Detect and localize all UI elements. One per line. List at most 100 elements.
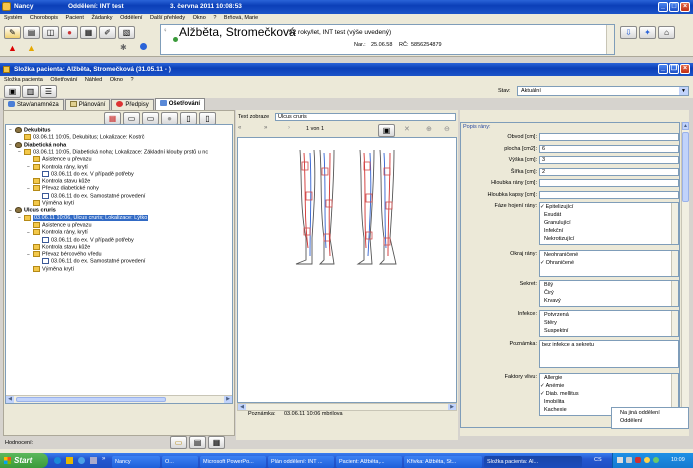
alert-red-icon[interactable]: ▲ [8, 43, 17, 53]
sekret-option[interactable]: Krvavý [540, 297, 678, 305]
quicklaunch-ie-icon[interactable] [78, 457, 85, 464]
toolbar-info-icon[interactable] [140, 43, 147, 50]
tray-update-icon[interactable] [653, 457, 659, 463]
tray-volume-icon[interactable] [626, 457, 632, 463]
taskbar-btn-plan[interactable]: Plán oddělení: INT ... [268, 456, 334, 468]
okraj-option[interactable]: Neohraničené [540, 251, 678, 259]
zoom-out-icon[interactable]: ⊖ [444, 125, 450, 133]
infekce-option[interactable]: Stěry [540, 319, 678, 327]
sekret-option[interactable]: Čirý [540, 289, 678, 297]
child-save-icon[interactable]: ▣ [4, 85, 21, 98]
sekret-option[interactable]: Bílý [540, 281, 678, 289]
hodnoceni-calendar-icon[interactable]: ▤ [189, 436, 206, 449]
tray-network-icon[interactable] [617, 457, 623, 463]
wound-field-input[interactable] [539, 133, 679, 141]
listbox-scrollbar[interactable] [671, 311, 678, 336]
quicklaunch-outlook-icon[interactable] [66, 457, 73, 464]
toolbar-overview-icon[interactable]: ▤ [23, 26, 40, 39]
taskbar-btn-slozka[interactable]: Složka pacienta: Al... [484, 456, 582, 468]
child-menu-nahled[interactable]: Náhled [85, 77, 102, 83]
okraj-option[interactable]: ✓Ohraničené [540, 259, 678, 267]
child-close-button[interactable]: × [680, 64, 690, 74]
listbox-scrollbar[interactable] [671, 203, 678, 244]
child-print-icon[interactable]: ▥ [22, 85, 39, 98]
taskbar-btn-nancy[interactable]: Nancy [112, 456, 160, 468]
taskbar-btn-krivka[interactable]: Křivka: Alžběta, St... [404, 456, 482, 468]
wound-field-input[interactable]: 2 [539, 167, 679, 176]
faze-option[interactable]: Infekční [540, 227, 678, 235]
child-restore-button[interactable]: ❐ [669, 64, 679, 74]
quicklaunch-browser-icon[interactable] [54, 457, 61, 464]
menu-dalsi-prehledy[interactable]: Další přehledy [150, 15, 185, 21]
tree-hscroll[interactable]: ◀ ▶ [6, 395, 232, 403]
maximize-button[interactable]: □ [669, 2, 679, 12]
stav-select[interactable]: Aktuální ▼ [517, 86, 689, 96]
tab-planovani[interactable]: Plánování [64, 99, 111, 110]
scroll-thumb[interactable] [16, 397, 166, 402]
faze-option[interactable]: Exudát [540, 211, 678, 219]
wound-field-input[interactable]: 6 [539, 144, 679, 153]
child-menu-slozka[interactable]: Složka pacienta [4, 77, 43, 83]
menu-chorobopis[interactable]: Chorobopis [30, 15, 58, 21]
toolbar-report-icon[interactable]: ▧ [118, 26, 135, 39]
menu-system[interactable]: Systém [4, 15, 22, 21]
popup-item-oddeleni[interactable]: Oddělení [612, 418, 688, 424]
tab-predpisy[interactable]: Předpisy [111, 99, 154, 110]
child-list-icon[interactable]: ☰ [40, 85, 57, 98]
menu-pacient[interactable]: Pacient [66, 15, 84, 21]
viewer-delete-icon[interactable]: ✕ [404, 125, 410, 133]
home-icon[interactable]: ⌂ [658, 26, 675, 39]
toolbar-chart-icon[interactable]: ◫ [42, 26, 59, 39]
chevron-down-icon[interactable]: ▼ [679, 87, 688, 95]
menu-user[interactable]: Brňová, Marie [224, 15, 258, 21]
tab-osetrovani[interactable]: Ošetřování [154, 98, 206, 110]
toolbar-doc-icon[interactable]: ▦ [80, 26, 97, 39]
prev-page-icon[interactable]: » [264, 125, 267, 131]
patient-banner-scroll[interactable] [606, 25, 614, 54]
hodnoceni-grid-icon[interactable]: ▦ [208, 436, 225, 449]
child-menu-help[interactable]: ? [130, 77, 133, 83]
faktory-option[interactable]: Allergie [540, 374, 678, 382]
scroll-left-icon[interactable]: ◀ [6, 396, 14, 403]
listbox-scrollbar[interactable] [671, 281, 678, 306]
tab-stav-anamneza[interactable]: Stav/anamnéza [3, 99, 64, 110]
viewer-image-area[interactable] [237, 137, 457, 403]
toolbar-settings-icon[interactable]: ✱ [120, 43, 127, 52]
viewer-hscroll[interactable]: ◀ ▶ [237, 403, 457, 411]
faktory-option[interactable]: ✓Diab. mellitus [540, 390, 678, 398]
next-page-icon[interactable]: › [288, 125, 290, 131]
minimize-button[interactable]: _ [658, 2, 668, 12]
popup-item-na-jina-oddeleni[interactable]: Na jiná oddělení [612, 408, 688, 418]
toolbar-patient-icon[interactable]: ✎ [4, 26, 21, 39]
zoom-in-icon[interactable]: ⊕ [426, 125, 432, 133]
legs-anatomy-image[interactable] [286, 148, 406, 268]
quicklaunch-more-icon[interactable]: » [102, 456, 105, 462]
next-patient-button[interactable]: ⇩ [620, 26, 637, 39]
faze-listbox[interactable]: ✓Epitelizující Exudát Granulující Infekční N… [539, 202, 679, 245]
menu-zadanky[interactable]: Žádanky [91, 15, 112, 21]
menu-oddeleni[interactable]: Oddělení [120, 15, 142, 21]
scroll-up-icon[interactable]: ▲ [682, 122, 689, 130]
child-minimize-button[interactable]: _ [658, 64, 668, 74]
scroll-right-icon[interactable]: ▶ [224, 396, 232, 403]
wound-vscroll[interactable]: ▲ ▼ [681, 122, 689, 428]
toolbar-edit-icon[interactable]: ✐ [99, 26, 116, 39]
sekret-listbox[interactable]: Bílý Čirý Krvavý [539, 280, 679, 307]
first-page-icon[interactable]: « [238, 125, 241, 131]
scroll-left-icon[interactable]: ◀ [238, 404, 246, 410]
wound-field-input[interactable] [539, 179, 679, 187]
wound-field-input[interactable]: 3 [539, 156, 679, 164]
poznamka-textarea[interactable]: bez infekce a sekretu [539, 340, 679, 368]
okraj-listbox[interactable]: Neohraničené ✓Ohraničené [539, 250, 679, 277]
scroll-thumb[interactable] [682, 132, 689, 202]
infekce-option[interactable]: Potvrzená [540, 311, 678, 319]
child-menu-okno[interactable]: Okno [110, 77, 123, 83]
taskbar-btn-pacient[interactable]: Pacient: Alžběta,... [336, 456, 402, 468]
wound-field-input[interactable] [539, 190, 679, 199]
taskbar-btn-o[interactable]: O... [162, 456, 198, 468]
tray-app-icon[interactable] [644, 457, 650, 463]
close-button[interactable]: × [680, 2, 690, 12]
menu-okno[interactable]: Okno [193, 15, 206, 21]
faze-option[interactable]: Nekrotizující [540, 235, 678, 243]
language-indicator[interactable]: CS [594, 457, 602, 463]
